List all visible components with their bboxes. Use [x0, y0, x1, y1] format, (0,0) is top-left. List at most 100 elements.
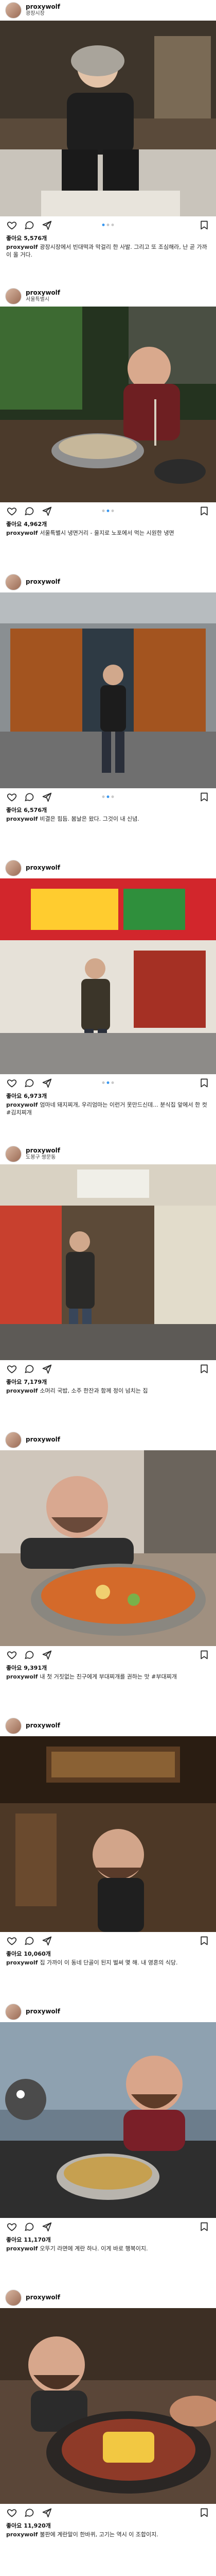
heart-icon[interactable]: [6, 505, 17, 517]
comment-icon[interactable]: [24, 1935, 35, 1946]
share-icon[interactable]: [41, 2221, 52, 2232]
comment-icon[interactable]: [24, 791, 35, 803]
caption-username[interactable]: proxywolf: [6, 1959, 38, 1966]
like-count[interactable]: 좋아요 7,179개: [0, 1378, 216, 1387]
caption-username[interactable]: proxywolf: [6, 2531, 38, 2538]
like-count[interactable]: 좋아요 10,060개: [0, 1950, 216, 1959]
avatar[interactable]: [5, 1146, 22, 1162]
comment-icon[interactable]: [24, 219, 35, 231]
avatar[interactable]: [5, 288, 22, 304]
username[interactable]: proxywolf: [26, 1436, 60, 1444]
post-header: proxywolf: [0, 1430, 216, 1450]
bookmark-icon[interactable]: [199, 2221, 210, 2232]
post: proxywolf: [0, 858, 216, 1144]
share-icon[interactable]: [41, 1649, 52, 1660]
caption-text: 집 가까이 이 동네 단골이 된지 벌써 몇 해. 내 영혼의 식당.: [40, 1959, 178, 1966]
like-count[interactable]: 좋아요 6,576개: [0, 806, 216, 815]
post-photo[interactable]: [0, 2022, 216, 2218]
caption-text: 불판에 계란말이 한바퀴, 고기는 역시 이 조합이지.: [40, 2531, 158, 2538]
heart-icon[interactable]: [6, 2507, 17, 2518]
heart-icon[interactable]: [6, 219, 17, 231]
location[interactable]: 광장시장: [26, 11, 60, 17]
comment-icon[interactable]: [24, 2221, 35, 2232]
feed: proxywolf 광장시장 좋아요 5,576개 proxywolf 광장시장…: [0, 0, 216, 2573]
avatar[interactable]: [5, 1432, 22, 1448]
location[interactable]: 도봉구 쌍문동: [26, 1155, 60, 1161]
caption-username[interactable]: proxywolf: [6, 1387, 38, 1394]
username[interactable]: proxywolf: [26, 864, 60, 872]
avatar[interactable]: [5, 574, 22, 590]
carousel-dots: [102, 795, 114, 798]
heart-icon[interactable]: [6, 791, 17, 803]
bookmark-icon[interactable]: [199, 505, 210, 517]
caption-username[interactable]: proxywolf: [6, 2245, 38, 2252]
caption: proxywolf 집 가까이 이 동네 단골이 된지 벌써 몇 해. 내 영혼의…: [0, 1959, 216, 1967]
username[interactable]: proxywolf: [26, 2294, 60, 2301]
post-photo[interactable]: [0, 21, 216, 216]
caption-username[interactable]: proxywolf: [6, 1673, 38, 1680]
caption-text: 내 첫 거짓없는 친구에게 부대찌개를 권하는 맛 #부대찌개: [40, 1673, 177, 1680]
heart-icon[interactable]: [6, 1935, 17, 1946]
carousel-dots: [102, 1081, 114, 1084]
like-count[interactable]: 좋아요 11,920개: [0, 2521, 216, 2531]
post-photo[interactable]: [0, 1450, 216, 1646]
comment-icon[interactable]: [24, 1077, 35, 1089]
avatar[interactable]: [5, 2290, 22, 2306]
username[interactable]: proxywolf: [26, 290, 60, 297]
post-photo[interactable]: [0, 307, 216, 502]
caption: proxywolf 엄마네 돼지찌개, 우리엄마는 이런거 못만드신데... 분식…: [0, 1101, 216, 1117]
avatar[interactable]: [5, 2004, 22, 2020]
heart-icon[interactable]: [6, 1077, 17, 1089]
heart-icon[interactable]: [6, 1363, 17, 1375]
bookmark-icon[interactable]: [199, 219, 210, 231]
like-count[interactable]: 좋아요 9,391개: [0, 1664, 216, 1673]
avatar[interactable]: [5, 860, 22, 876]
caption: proxywolf 불판에 계란말이 한바퀴, 고기는 역시 이 조합이지.: [0, 2531, 216, 2538]
share-icon[interactable]: [41, 219, 52, 231]
caption-username[interactable]: proxywolf: [6, 244, 38, 250]
avatar[interactable]: [5, 1718, 22, 1734]
caption-username[interactable]: proxywolf: [6, 816, 38, 822]
like-count[interactable]: 좋아요 11,170개: [0, 2235, 216, 2245]
like-count[interactable]: 좋아요 6,973개: [0, 1092, 216, 1101]
caption-username[interactable]: proxywolf: [6, 530, 38, 536]
heart-icon[interactable]: [6, 1649, 17, 1660]
post-photo[interactable]: [0, 878, 216, 1074]
bookmark-icon[interactable]: [199, 791, 210, 803]
post-photo[interactable]: [0, 2308, 216, 2504]
bookmark-icon[interactable]: [199, 2507, 210, 2518]
username[interactable]: proxywolf: [26, 2008, 60, 2015]
share-icon[interactable]: [41, 1935, 52, 1946]
avatar[interactable]: [5, 2, 22, 19]
post-header: proxywolf: [0, 858, 216, 878]
caption-username[interactable]: proxywolf: [6, 1101, 38, 1108]
location[interactable]: 서울특별시: [26, 297, 60, 303]
comment-icon[interactable]: [24, 1649, 35, 1660]
bookmark-icon[interactable]: [199, 1935, 210, 1946]
post-photo[interactable]: [0, 1164, 216, 1360]
post-photo[interactable]: [0, 592, 216, 788]
heart-icon[interactable]: [6, 2221, 17, 2232]
caption-text: 오뚜기 라면에 계란 하나. 이게 바로 행복이지.: [40, 2245, 148, 2252]
like-count[interactable]: 좋아요 4,962개: [0, 520, 216, 529]
bookmark-icon[interactable]: [199, 1649, 210, 1660]
username[interactable]: proxywolf: [26, 4, 60, 11]
share-icon[interactable]: [41, 505, 52, 517]
action-bar: [0, 788, 216, 806]
post-photo[interactable]: [0, 1736, 216, 1932]
username[interactable]: proxywolf: [26, 578, 60, 586]
username[interactable]: proxywolf: [26, 1147, 60, 1155]
action-bar: [0, 2218, 216, 2235]
like-count[interactable]: 좋아요 5,576개: [0, 234, 216, 243]
share-icon[interactable]: [41, 1077, 52, 1089]
share-icon[interactable]: [41, 1363, 52, 1375]
caption: proxywolf 광장시장에서 빈대떡과 막걸리 한 사발. 그리고 또 조심해…: [0, 243, 216, 259]
comment-icon[interactable]: [24, 2507, 35, 2518]
bookmark-icon[interactable]: [199, 1363, 210, 1375]
bookmark-icon[interactable]: [199, 1077, 210, 1089]
share-icon[interactable]: [41, 2507, 52, 2518]
share-icon[interactable]: [41, 791, 52, 803]
comment-icon[interactable]: [24, 1363, 35, 1375]
username[interactable]: proxywolf: [26, 1722, 60, 1730]
comment-icon[interactable]: [24, 505, 35, 517]
